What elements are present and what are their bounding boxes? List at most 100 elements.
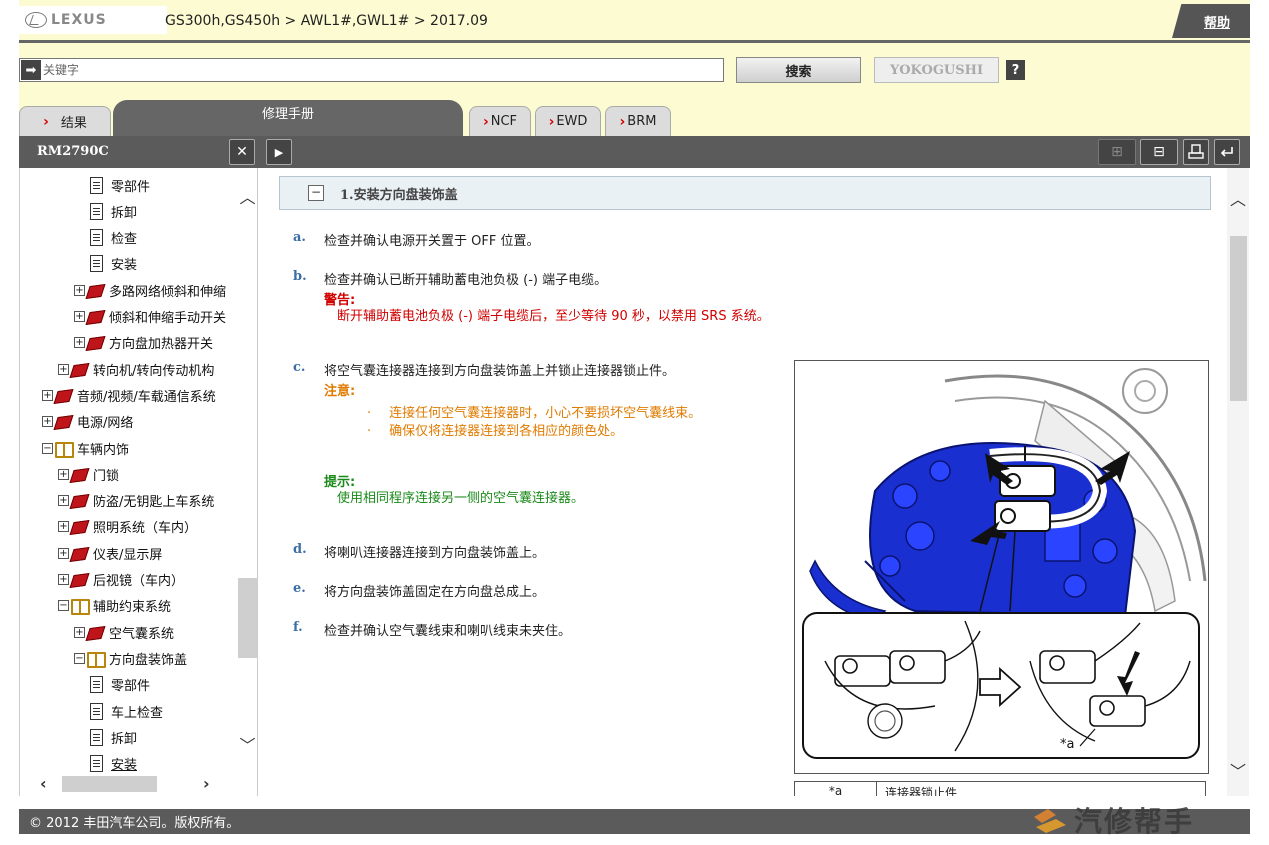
expand-node-icon[interactable]: +: [74, 284, 85, 296]
tree-item[interactable]: + 方向盘加热器开关: [74, 332, 213, 354]
connector-illustration: *a: [794, 360, 1209, 774]
tree-item[interactable]: 车上检查: [90, 700, 163, 722]
tree-item[interactable]: − 方向盘装饰盖: [74, 647, 187, 669]
tree-item[interactable]: + 后视镜（车内）: [58, 569, 184, 591]
navigation-tree: 零部件 拆卸 检查 安装 + 多路网络倾斜和伸缩 + 倾斜和伸缩手动开关 + 方向盘加热器开关 + 转…: [20, 168, 238, 772]
tree-item[interactable]: 安装: [90, 753, 137, 772]
tree-horizontal-scrollbar[interactable]: ‹ ›: [20, 772, 238, 794]
expand-node-icon[interactable]: +: [58, 468, 69, 480]
tree-vertical-scrollbar[interactable]: ︿ ﹀: [238, 168, 257, 772]
step-text: 检查并确认电源开关置于 OFF 位置。: [324, 234, 540, 249]
search-button[interactable]: 搜索: [736, 57, 861, 83]
scroll-down-icon[interactable]: ﹀: [239, 734, 256, 755]
tab-brm[interactable]: › BRM: [605, 106, 671, 136]
section-header[interactable]: − 1.安装方向盘装饰盖: [279, 176, 1211, 210]
tree-item[interactable]: + 电源/网络: [42, 411, 133, 433]
expand-node-icon[interactable]: +: [58, 574, 69, 585]
scroll-left-icon[interactable]: ‹: [40, 774, 47, 793]
close-tree-button[interactable]: ✕: [229, 139, 255, 165]
book-icon: [71, 493, 88, 508]
tree-item[interactable]: + 门锁: [58, 463, 119, 485]
scroll-right-icon[interactable]: ›: [203, 774, 210, 793]
tree-item[interactable]: + 空气囊系统: [74, 621, 174, 643]
expand-node-icon[interactable]: +: [58, 521, 69, 533]
content-scroll-thumb[interactable]: [1230, 236, 1247, 401]
notice-text: 连接任何空气囊连接器时，小心不要损坏空气囊线束。: [389, 406, 702, 421]
tree-item[interactable]: + 照明系统（车内）: [58, 516, 197, 538]
tab-results-label: 结果: [60, 116, 87, 131]
help-link[interactable]: 帮助: [1172, 4, 1250, 38]
warning-text: 断开辅助蓄电池负极 (-) 端子电缆后，至少等待 90 秒，以禁用 SRS 系统…: [337, 309, 770, 324]
tree-item[interactable]: + 防盗/无钥匙上车系统: [58, 490, 214, 512]
tree-item[interactable]: − 车辆内饰: [42, 437, 129, 459]
collapse-all-button[interactable]: ⊟: [1140, 139, 1178, 165]
doc-icon: [90, 755, 103, 772]
tab-ewd[interactable]: › EWD: [535, 106, 601, 136]
legend-key: *a: [795, 782, 877, 796]
expand-node-icon[interactable]: +: [74, 311, 85, 322]
tree-item[interactable]: 拆卸: [90, 200, 137, 222]
watermark: 汽修帮手: [1030, 802, 1266, 838]
tree-item[interactable]: 安装: [90, 253, 137, 275]
tab-ncf[interactable]: › NCF: [469, 106, 531, 136]
yokogushi-button[interactable]: YOKOGUSHI: [874, 57, 999, 83]
open-book-icon: [55, 441, 74, 458]
tree-item[interactable]: 拆卸: [90, 726, 137, 748]
tree-scroll-thumb[interactable]: [238, 578, 257, 658]
scroll-up-icon[interactable]: ︿: [1230, 186, 1246, 210]
back-button[interactable]: [1214, 139, 1240, 165]
doc-icon: [90, 728, 103, 746]
collapse-section-icon[interactable]: −: [308, 185, 324, 201]
tree-item[interactable]: + 多路网络倾斜和伸缩: [74, 279, 226, 301]
tree-hscroll-thumb[interactable]: [62, 776, 157, 792]
tree-item[interactable]: 检查: [90, 227, 137, 249]
expand-node-icon[interactable]: +: [74, 337, 85, 349]
tree-item[interactable]: − 辅助约束系统: [58, 595, 171, 617]
tree-item-label: 方向盘装饰盖: [109, 652, 188, 668]
step-label: b.: [293, 269, 307, 284]
expand-node-icon[interactable]: +: [58, 547, 69, 559]
tree-item[interactable]: 零部件: [90, 674, 150, 696]
book-icon: [71, 362, 88, 377]
collapse-node-icon[interactable]: −: [42, 442, 53, 454]
tree-item[interactable]: + 转向机/转向传动机构: [58, 358, 214, 380]
expand-node-icon[interactable]: +: [42, 389, 53, 401]
tree-item-label: 拆卸: [111, 731, 138, 747]
search-help-button[interactable]: ?: [1006, 60, 1025, 80]
toggle-panel-button[interactable]: ▶: [266, 139, 292, 165]
doc-icon: [90, 255, 103, 273]
expand-node-icon[interactable]: +: [58, 495, 69, 507]
tree-item[interactable]: + 音频/视频/车载通信系统: [42, 384, 216, 406]
step-text: 检查并确认已断开辅助蓄电池负极 (-) 端子电缆。: [324, 273, 608, 288]
expand-node-icon[interactable]: +: [42, 416, 53, 428]
tab-ncf-label: NCF: [490, 114, 518, 129]
scroll-down-icon[interactable]: ﹀: [1230, 758, 1246, 782]
lexus-logo: LEXUS: [19, 6, 167, 34]
expand-all-button[interactable]: ⊞: [1098, 139, 1136, 165]
expand-node-icon[interactable]: +: [58, 363, 69, 375]
bullet: ·: [367, 406, 372, 421]
collapse-node-icon[interactable]: −: [74, 652, 85, 664]
print-icon: [1188, 144, 1204, 159]
tree-item[interactable]: + 仪表/显示屏: [58, 542, 162, 564]
tab-results[interactable]: › 结果: [19, 106, 111, 136]
tree-item-label: 车辆内饰: [77, 442, 130, 458]
step-d: d. 将喇叭连接器连接到方向盘装饰盖上。: [293, 542, 545, 561]
search-bar: ➡ 搜索 YOKOGUSHI ?: [19, 43, 1250, 101]
content-vertical-scrollbar[interactable]: ︿ ﹀: [1227, 168, 1249, 796]
collapse-node-icon[interactable]: −: [58, 600, 69, 612]
tree-item[interactable]: + 倾斜和伸缩手动开关: [74, 306, 226, 328]
tree-item-label: 多路网络倾斜和伸缩: [109, 284, 227, 300]
step-text: 检查并确认空气囊线束和喇叭线束未夹住。: [324, 624, 572, 639]
tab-repair-manual[interactable]: 修理手册: [113, 100, 463, 136]
step-a: a. 检查并确认电源开关置于 OFF 位置。: [293, 230, 539, 249]
document-toolbar: RM2790C ✕ ▶ ⊞ ⊟: [19, 136, 1250, 168]
legend-value: 连接器锁止件: [885, 786, 958, 796]
scroll-up-icon[interactable]: ︿: [239, 186, 256, 207]
tree-item-label: 防盗/无钥匙上车系统: [93, 495, 215, 511]
print-button[interactable]: [1183, 139, 1209, 165]
expand-node-icon[interactable]: +: [74, 626, 85, 638]
tree-item[interactable]: 零部件: [90, 174, 150, 196]
tree-item-label: 后视镜（车内）: [93, 574, 185, 589]
search-input[interactable]: [43, 60, 713, 80]
